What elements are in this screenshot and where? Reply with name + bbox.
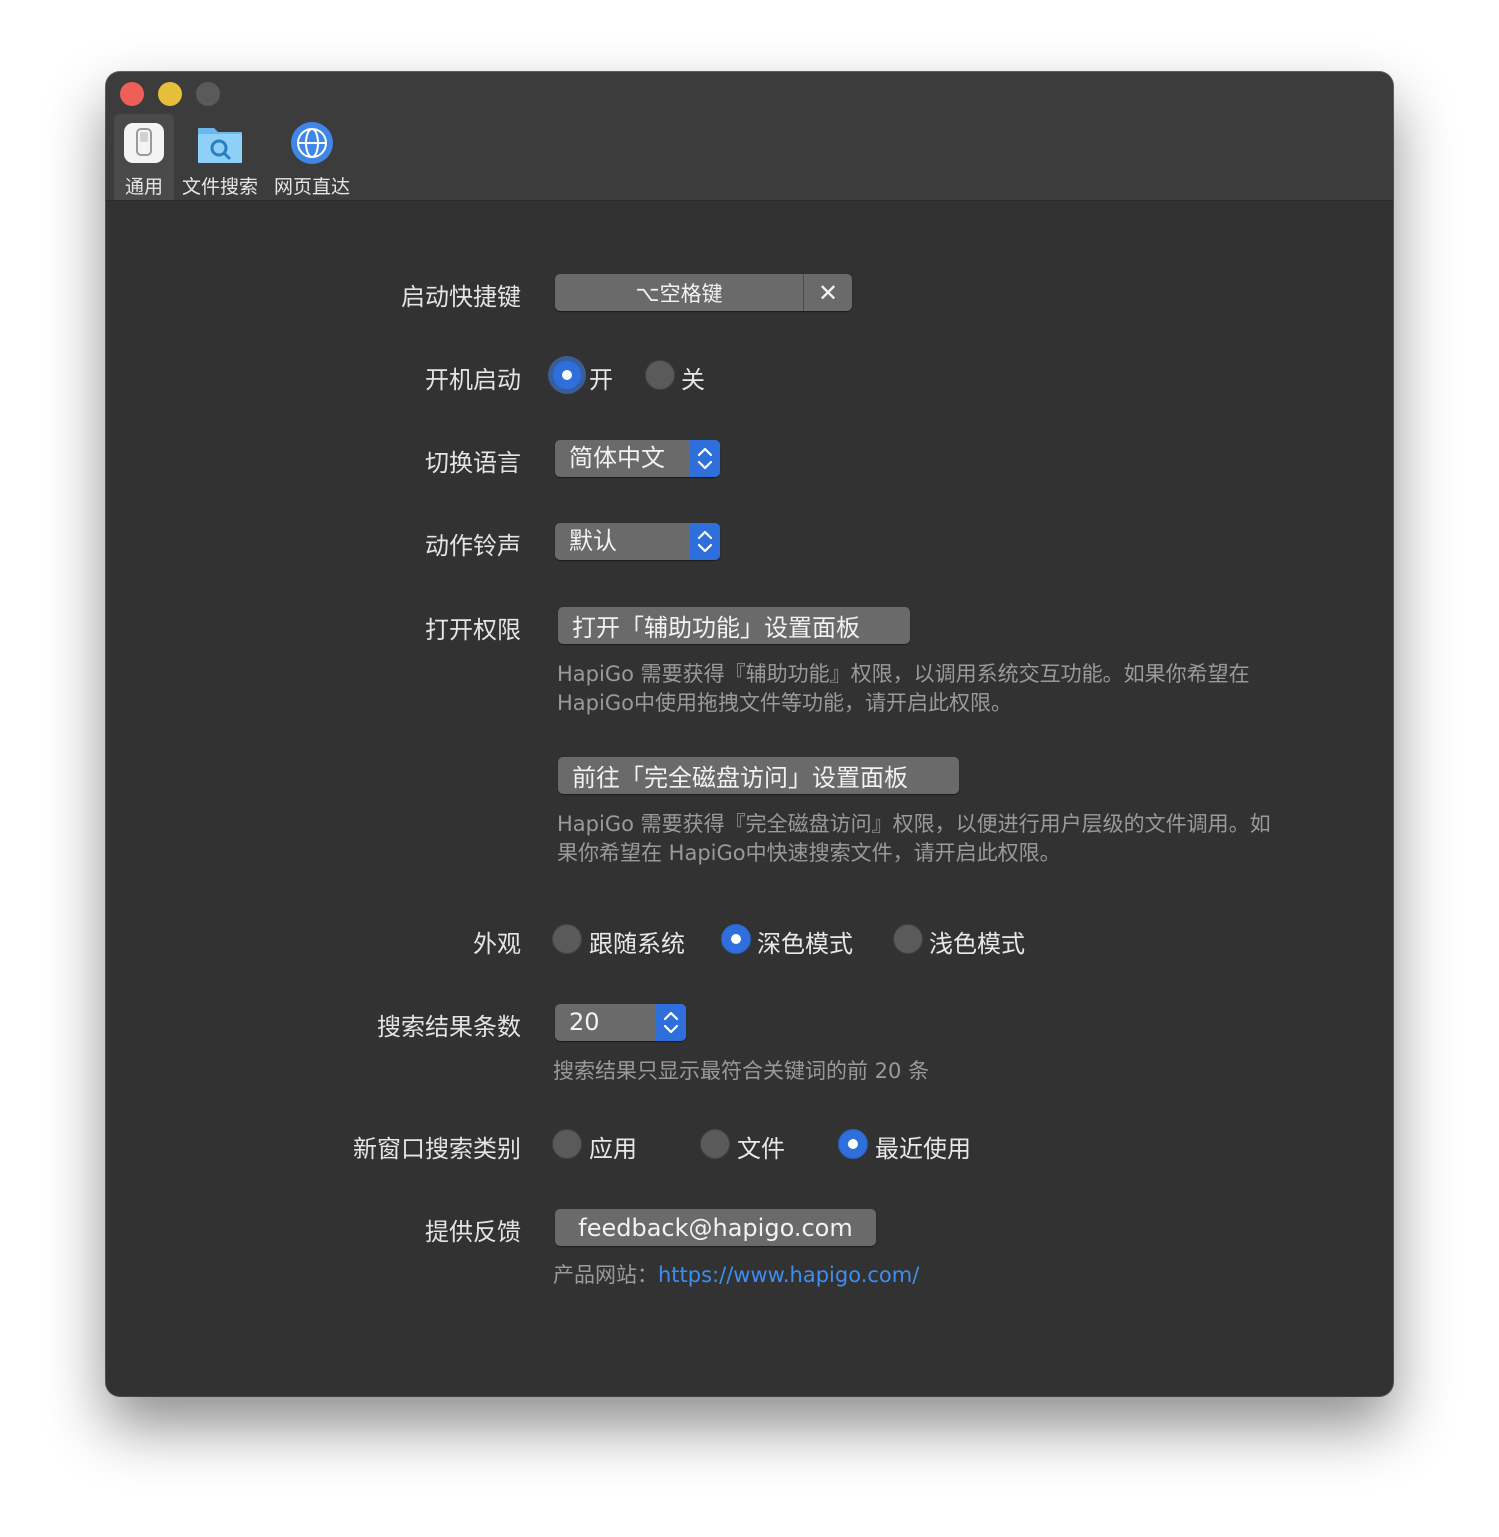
tab-file-search-label: 文件搜索	[181, 176, 258, 198]
accessibility-description-line-1: HapiGo 需要获得『辅助功能』权限，以调用系统交互功能。如果你希望在	[557, 662, 1250, 686]
updown-chevron-icon	[690, 523, 720, 560]
sound-label: 动作铃声	[425, 532, 521, 560]
language-value: 简体中文	[569, 444, 665, 472]
product-website-row: 产品网站：https://www.hapigo.com/	[553, 1261, 919, 1290]
feedback-label: 提供反馈	[425, 1218, 521, 1246]
open-accessibility-button[interactable]: 打开「辅助功能」设置面板	[558, 607, 910, 644]
appearance-light-label: 浅色模式	[929, 930, 1025, 958]
disk-access-description-line-1: HapiGo 需要获得『完全磁盘访问』权限，以便进行用户层级的文件调用。如	[557, 812, 1271, 836]
toolbar: 通用 文件搜索 网页直达	[106, 72, 1393, 201]
zoom-window-button[interactable]	[196, 82, 220, 106]
accessibility-description-line-2: HapiGo中使用拖拽文件等功能，请开启此权限。	[557, 691, 1012, 715]
disk-access-description-line-2: 果你希望在 HapiGo中快速搜索文件，请开启此权限。	[557, 841, 1061, 865]
result-count-stepper[interactable]: 20	[555, 1004, 686, 1041]
result-count-value[interactable]: 20	[569, 1004, 600, 1041]
new-window-label: 新窗口搜索类别	[353, 1135, 521, 1163]
new-window-files-radio[interactable]	[700, 1129, 730, 1159]
clear-hotkey-button[interactable]: ✕	[804, 274, 852, 311]
launch-off-radio[interactable]	[645, 360, 675, 390]
new-window-apps-label: 应用	[589, 1135, 637, 1163]
tab-general[interactable]: 通用	[114, 114, 174, 200]
feedback-email-button[interactable]: feedback@hapigo.com	[555, 1209, 876, 1246]
sound-value: 默认	[569, 527, 617, 555]
preferences-window: 通用 文件搜索 网页直达 启动快捷键 ⌥空格键 ✕ 开机启动 开 关 切换语言 …	[106, 72, 1393, 1396]
product-website-label: 产品网站：	[553, 1263, 658, 1287]
hotkey-value[interactable]: ⌥空格键	[555, 274, 803, 311]
launch-on-radio[interactable]	[552, 360, 582, 390]
product-website-link[interactable]: https://www.hapigo.com/	[658, 1263, 919, 1287]
hotkey-label: 启动快捷键	[401, 283, 521, 311]
globe-icon	[289, 120, 335, 166]
appearance-dark-label: 深色模式	[757, 930, 853, 958]
tab-file-search[interactable]: 文件搜索	[180, 114, 260, 200]
sound-select[interactable]: 默认	[555, 523, 720, 560]
new-window-files-label: 文件	[737, 1135, 785, 1163]
new-window-recent-radio[interactable]	[838, 1129, 868, 1159]
result-count-description: 搜索结果只显示最符合关键词的前 20 条	[553, 1059, 930, 1083]
accessibility-description: HapiGo 需要获得『辅助功能』权限，以调用系统交互功能。如果你希望在 Hap…	[557, 660, 1347, 718]
disk-access-description: HapiGo 需要获得『完全磁盘访问』权限，以便进行用户层级的文件调用。如 果你…	[557, 810, 1357, 868]
folder-search-icon	[197, 120, 243, 166]
appearance-dark-radio[interactable]	[721, 924, 751, 954]
tab-web-direct[interactable]: 网页直达	[272, 114, 352, 200]
general-switch-icon	[121, 120, 167, 166]
result-count-label: 搜索结果条数	[377, 1013, 521, 1041]
permission-label: 打开权限	[425, 616, 521, 644]
close-window-button[interactable]	[120, 82, 144, 106]
new-window-recent-label: 最近使用	[875, 1135, 971, 1163]
language-select[interactable]: 简体中文	[555, 440, 720, 477]
minimize-window-button[interactable]	[158, 82, 182, 106]
open-full-disk-access-button[interactable]: 前往「完全磁盘访问」设置面板	[558, 757, 959, 794]
new-window-apps-radio[interactable]	[552, 1129, 582, 1159]
updown-chevron-icon	[690, 440, 720, 477]
launch-label: 开机启动	[425, 366, 521, 394]
appearance-light-radio[interactable]	[893, 924, 923, 954]
appearance-label: 外观	[473, 930, 521, 958]
stepper-chevron-icon[interactable]	[656, 1004, 686, 1041]
appearance-system-label: 跟随系统	[589, 930, 685, 958]
language-label: 切换语言	[425, 449, 521, 477]
launch-off-label: 关	[681, 366, 705, 394]
launch-on-label: 开	[589, 366, 613, 394]
tab-web-direct-label: 网页直达	[273, 176, 350, 198]
appearance-system-radio[interactable]	[552, 924, 582, 954]
hotkey-recorder[interactable]: ⌥空格键 ✕	[555, 274, 852, 311]
tab-general-label: 通用	[124, 176, 163, 198]
